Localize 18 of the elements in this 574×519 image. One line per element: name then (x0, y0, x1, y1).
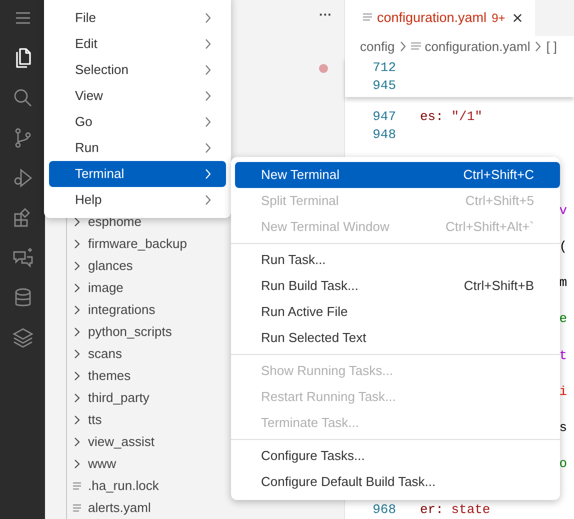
code-fragment: e (559, 310, 567, 328)
line-number: 948 (372, 126, 396, 144)
line-number: 968 (372, 501, 396, 519)
code-fragment: s (559, 418, 567, 437)
code-fragment: o (559, 454, 567, 473)
code-key: er: (420, 500, 452, 519)
code-fragment: t (559, 346, 567, 365)
line-number: 947 (372, 108, 396, 126)
code-fragment: v (559, 202, 567, 220)
code-value: state (451, 501, 490, 519)
line-number: 712 (372, 58, 396, 76)
problem-count: 9+ (492, 10, 506, 27)
code-fragment: m (559, 274, 567, 292)
code-key: es: (420, 106, 452, 126)
code-fragment: ( (559, 238, 567, 256)
line-number: 945 (372, 77, 396, 95)
code-value: "/1" (451, 108, 482, 126)
code-fragment: i (559, 382, 567, 401)
